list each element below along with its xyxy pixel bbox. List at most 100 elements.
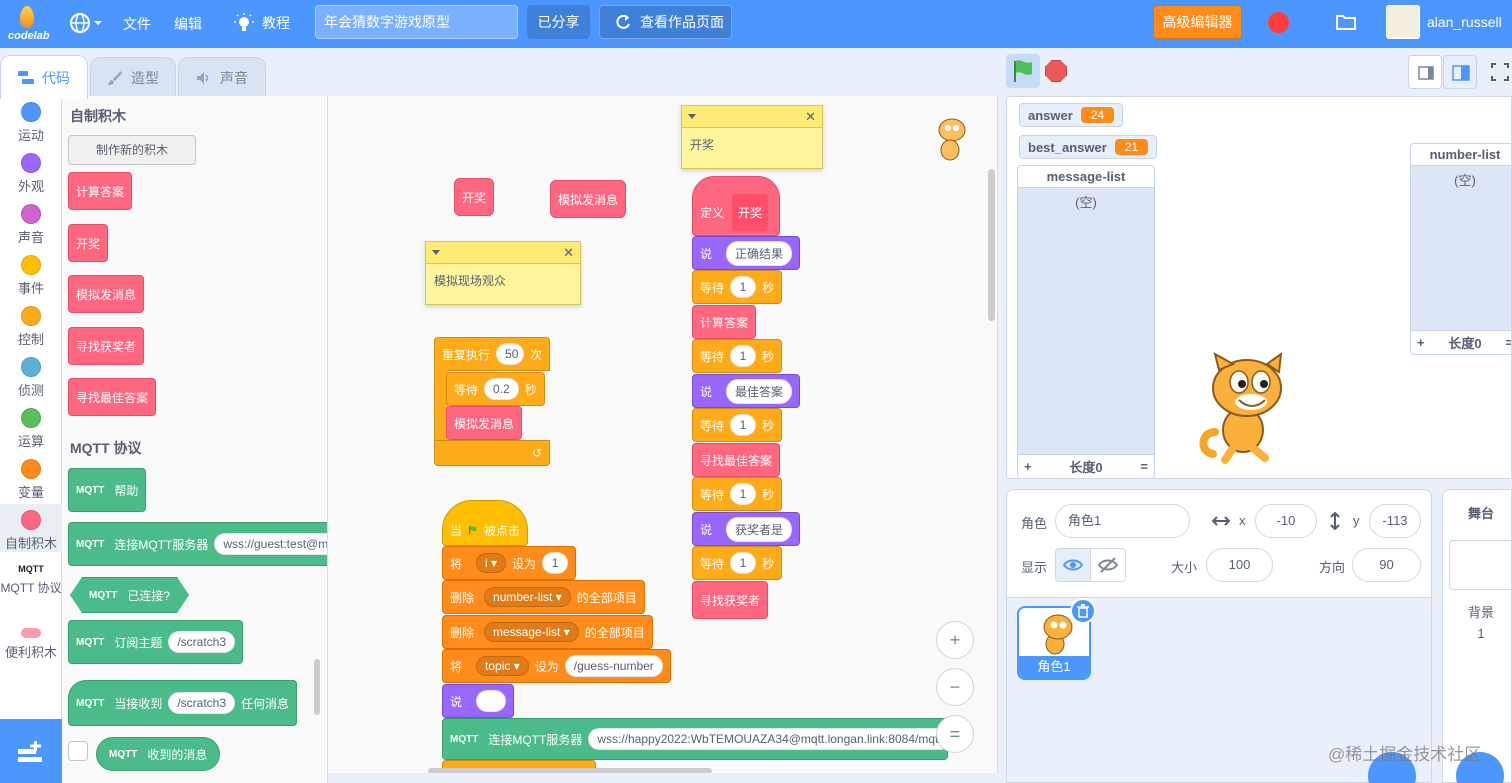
sprite-name-input[interactable]: 角色1: [1055, 504, 1190, 538]
simulate-call-block[interactable]: 模拟发消息: [446, 406, 523, 440]
resize-handle[interactable]: =: [1505, 335, 1511, 350]
category-variables[interactable]: 变量: [0, 459, 62, 501]
set-i-block[interactable]: 将 i ▾ 设为 1: [442, 546, 577, 580]
script-area[interactable]: 开奖 模拟发消息 ✕ 开奖 ✕ 模拟现场观众 重复执行 50 次 等待 0.2 秒 模拟…: [328, 96, 998, 773]
wait-seconds-input[interactable]: 1: [730, 345, 757, 367]
comment-text[interactable]: 开奖: [682, 128, 822, 161]
collapse-arrow-icon[interactable]: [432, 250, 440, 255]
y-input[interactable]: -113: [1369, 504, 1421, 538]
wait-block[interactable]: 等待 0.2 秒: [446, 372, 545, 406]
resize-handle[interactable]: =: [1140, 459, 1148, 474]
category-control[interactable]: 控制: [0, 306, 62, 348]
reporter-checkbox[interactable]: [68, 741, 88, 761]
record-icon[interactable]: [1268, 12, 1289, 33]
stop-button[interactable]: [1045, 60, 1067, 82]
hide-sprite-button[interactable]: [1090, 548, 1126, 582]
palette-block-find-winner[interactable]: 寻找获奖者: [68, 327, 145, 365]
delete-sprite-button[interactable]: [1070, 598, 1096, 624]
palette-scrollbar[interactable]: [314, 659, 320, 715]
palette-block-kaijiang[interactable]: 开奖: [68, 224, 109, 262]
mqtt-url-input[interactable]: wss://guest:test@mq: [214, 533, 327, 555]
category-operators[interactable]: 运算: [0, 408, 62, 450]
category-motion[interactable]: 运动: [0, 102, 62, 144]
file-menu[interactable]: 文件: [123, 14, 151, 34]
wait-1-block[interactable]: 等待 1 秒: [692, 408, 783, 442]
advanced-editor-button[interactable]: 高级编辑器: [1153, 5, 1242, 39]
palette-mqtt-connect[interactable]: MQTT 连接MQTT服务器 wss://guest:test@mq: [68, 522, 327, 566]
list-dropdown[interactable]: message-list ▾: [484, 622, 579, 642]
palette-mqtt-received-message[interactable]: MQTT 收到的消息: [96, 737, 221, 771]
find-winner-call-block[interactable]: 寻找获奖者: [692, 581, 769, 619]
wait-1-block[interactable]: 等待 1 秒: [692, 546, 783, 580]
cat-sprite[interactable]: [1195, 352, 1307, 464]
category-convenience[interactable]: 便利积木: [0, 628, 62, 661]
wait-seconds-input[interactable]: 0.2: [484, 378, 519, 400]
var-dropdown[interactable]: i ▾: [476, 553, 507, 573]
mqtt-connect-block[interactable]: MQTT 连接MQTT服务器 wss://happy2022:WbTEMOUAZA3…: [442, 718, 951, 760]
wait-1-block[interactable]: 等待 1 秒: [692, 477, 783, 511]
category-sensing[interactable]: 侦测: [0, 357, 62, 399]
see-project-page-button[interactable]: 查看作品页面: [599, 5, 732, 39]
palette-mqtt-subscribe[interactable]: MQTT 订阅主题/scratch3: [68, 620, 244, 664]
category-events[interactable]: 事件: [0, 255, 62, 297]
comment-text[interactable]: 模拟现场观众: [426, 264, 580, 297]
palette-mqtt-when-received[interactable]: MQTT 当接收到/scratch3 任何消息: [68, 680, 298, 726]
direction-input[interactable]: 90: [1352, 548, 1421, 582]
category-mqtt[interactable]: MQTT MQTT 协议: [0, 562, 62, 596]
shared-button[interactable]: 已分享: [527, 5, 590, 39]
value-input[interactable]: 1: [542, 552, 569, 574]
say-empty-block[interactable]: 说: [442, 684, 515, 718]
palette-mqtt-connected[interactable]: MQTT 已连接?: [70, 577, 189, 613]
delete-number-list-block[interactable]: 删除 number-list ▾ 的全部项目: [442, 580, 645, 614]
tutorials-button[interactable]: 教程: [234, 10, 290, 36]
my-stuff-button[interactable]: [1335, 11, 1357, 33]
size-input[interactable]: 100: [1206, 548, 1273, 582]
repeat-end[interactable]: ↺: [434, 440, 550, 466]
say-correct-block[interactable]: 说正确结果: [692, 236, 801, 270]
wait-1-block[interactable]: 等待 1 秒: [692, 270, 783, 304]
add-item-button[interactable]: +: [1417, 335, 1425, 350]
zoom-out-button[interactable]: −: [936, 668, 974, 706]
say-input[interactable]: [476, 690, 507, 712]
category-sound[interactable]: 声音: [0, 204, 62, 246]
palette-block-calc[interactable]: 计算答案: [68, 172, 133, 210]
say-winner-block[interactable]: 说获奖者是: [692, 512, 801, 546]
user-avatar[interactable]: [1386, 5, 1420, 39]
edit-menu[interactable]: 编辑: [174, 14, 202, 34]
small-stage-button[interactable]: [1408, 55, 1442, 89]
comment-audience[interactable]: ✕ 模拟现场观众: [425, 241, 581, 305]
say-input[interactable]: 最佳答案: [726, 378, 793, 404]
wait-seconds-input[interactable]: 1: [730, 414, 757, 436]
category-looks[interactable]: 外观: [0, 153, 62, 195]
wait-seconds-input[interactable]: 1: [730, 552, 757, 574]
project-title-input[interactable]: 年会猜数字游戏原型: [315, 5, 518, 39]
find-best-call-block[interactable]: 寻找最佳答案: [692, 443, 781, 477]
delete-message-list-block[interactable]: 删除 message-list ▾ 的全部项目: [442, 615, 653, 649]
close-icon[interactable]: ✕: [805, 109, 816, 125]
stage-canvas[interactable]: answer 24 best_answer 21 message-list (空) …: [1006, 96, 1512, 479]
say-input[interactable]: 正确结果: [726, 240, 793, 266]
show-sprite-button[interactable]: [1055, 548, 1091, 582]
set-topic-block[interactable]: 将 topic ▾ 设为/guess-number: [442, 649, 671, 683]
language-button[interactable]: [68, 11, 106, 35]
make-a-block-button[interactable]: 制作新的积木: [68, 135, 196, 165]
repeat-block[interactable]: 重复执行 50 次: [434, 337, 550, 371]
add-item-button[interactable]: +: [1024, 459, 1032, 474]
repeat-count-input[interactable]: 50: [496, 343, 524, 365]
codelab-logo[interactable]: codelab: [6, 4, 50, 44]
zoom-reset-button[interactable]: =: [936, 715, 974, 753]
value-input[interactable]: /guess-number: [564, 655, 663, 677]
wait-seconds-input[interactable]: 1: [730, 483, 757, 505]
say-best-block[interactable]: 说最佳答案: [692, 374, 801, 408]
add-extension-button[interactable]: [0, 719, 62, 783]
tab-costumes[interactable]: 造型: [90, 57, 176, 97]
when-flag-clicked-block[interactable]: 当 被点击: [442, 500, 528, 546]
collapse-arrow-icon[interactable]: [688, 114, 696, 119]
list-dropdown[interactable]: number-list ▾: [484, 587, 571, 607]
stage-selector[interactable]: 舞台 背景 1: [1442, 489, 1512, 783]
script-horizontal-scrollbar[interactable]: [428, 768, 712, 773]
topic-input[interactable]: /scratch3: [168, 631, 236, 653]
script-block-simulate[interactable]: 模拟发消息: [550, 180, 627, 218]
close-icon[interactable]: ✕: [563, 245, 574, 261]
wait-1-block[interactable]: 等待 1 秒: [692, 339, 783, 373]
